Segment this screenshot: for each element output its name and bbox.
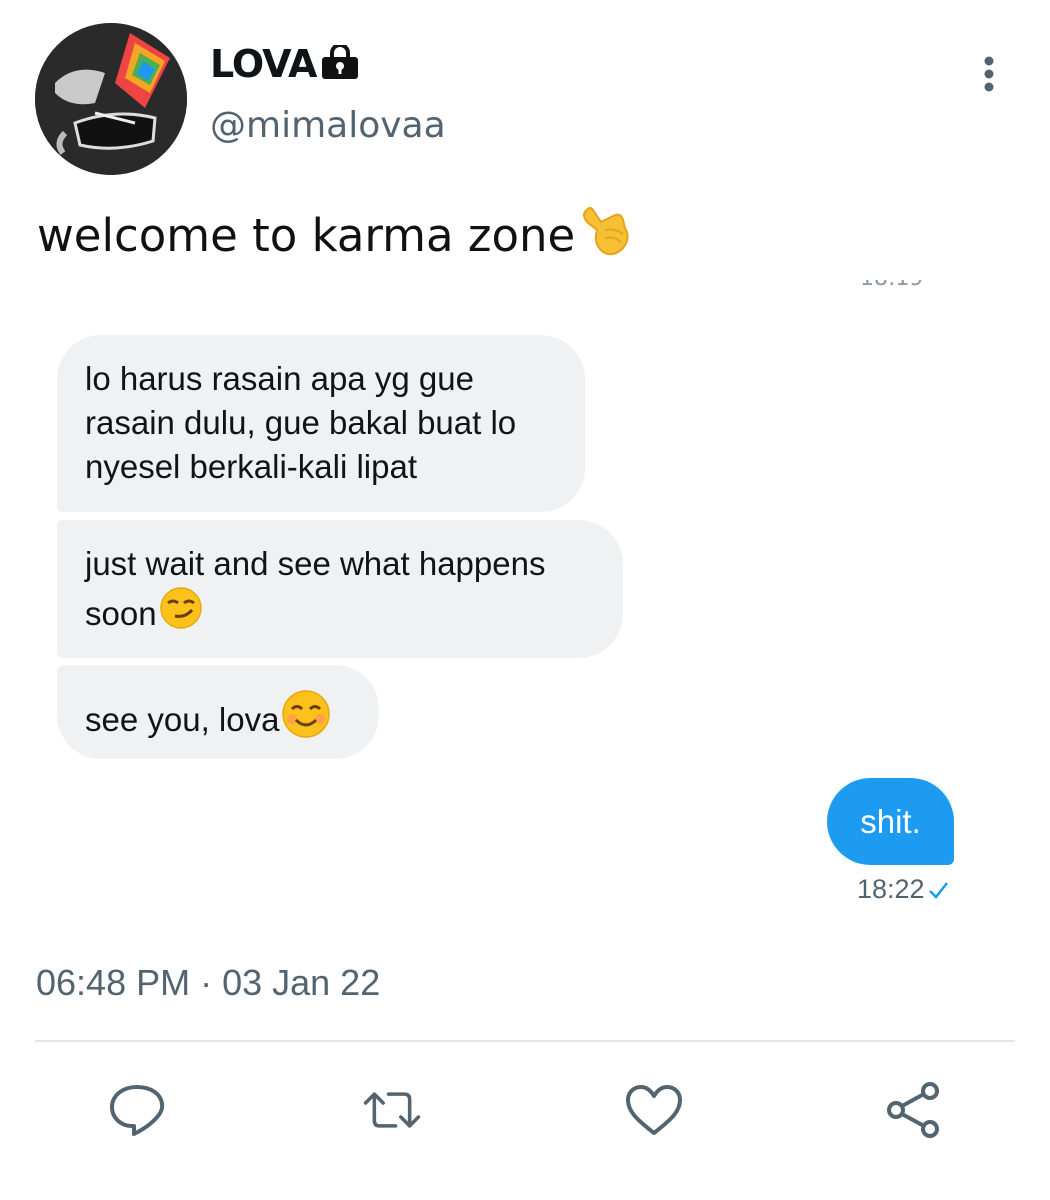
received-message-1: lo harus rasain apa yg gue rasain dulu, … bbox=[57, 335, 585, 512]
share-icon bbox=[887, 1082, 939, 1138]
chat-screenshot: 18:19 lo harus rasain apa yg gue rasain … bbox=[35, 280, 1015, 930]
avatar[interactable] bbox=[35, 23, 187, 175]
sent-time-text: 18:22 bbox=[857, 874, 925, 904]
share-button[interactable] bbox=[884, 1080, 944, 1140]
call-me-hand-emoji bbox=[579, 200, 633, 271]
avatar-image bbox=[35, 23, 187, 175]
message-text: lo harus rasain apa yg gue rasain dulu, … bbox=[85, 360, 517, 485]
sent-message-text: shit. bbox=[860, 802, 921, 840]
message-text-line1: just wait and see what happens bbox=[85, 545, 546, 582]
like-button[interactable] bbox=[624, 1080, 684, 1140]
sent-message: shit. bbox=[827, 778, 954, 865]
received-message-2: just wait and see what happens soon bbox=[57, 520, 623, 658]
reply-button[interactable] bbox=[107, 1080, 167, 1140]
tweet-timestamp[interactable]: 06:48 PM · 03 Jan 22 bbox=[36, 962, 380, 1004]
tweet-body: welcome to karma zone bbox=[37, 209, 576, 262]
received-message-3: see you, lova bbox=[57, 665, 379, 759]
retweet-button[interactable] bbox=[362, 1080, 422, 1140]
smiling-emoji bbox=[281, 689, 331, 750]
more-vertical-icon[interactable] bbox=[975, 55, 1003, 95]
divider bbox=[35, 1040, 1015, 1042]
sent-message-time: 18:22 bbox=[857, 874, 949, 905]
display-name[interactable]: LOVA bbox=[210, 42, 317, 86]
check-icon bbox=[928, 881, 948, 899]
lock-icon bbox=[320, 43, 360, 83]
smirk-emoji bbox=[159, 586, 203, 641]
cut-off-timestamp: 18:19 bbox=[860, 280, 923, 291]
message-text-line2: soon bbox=[85, 594, 157, 632]
retweet-icon bbox=[363, 1092, 421, 1128]
reply-icon bbox=[110, 1085, 165, 1136]
user-handle[interactable]: @mimalovaa bbox=[210, 105, 446, 146]
tweet-text: welcome to karma zone bbox=[37, 200, 633, 271]
heart-icon bbox=[626, 1085, 682, 1135]
message-text: see you, lova bbox=[85, 700, 280, 738]
